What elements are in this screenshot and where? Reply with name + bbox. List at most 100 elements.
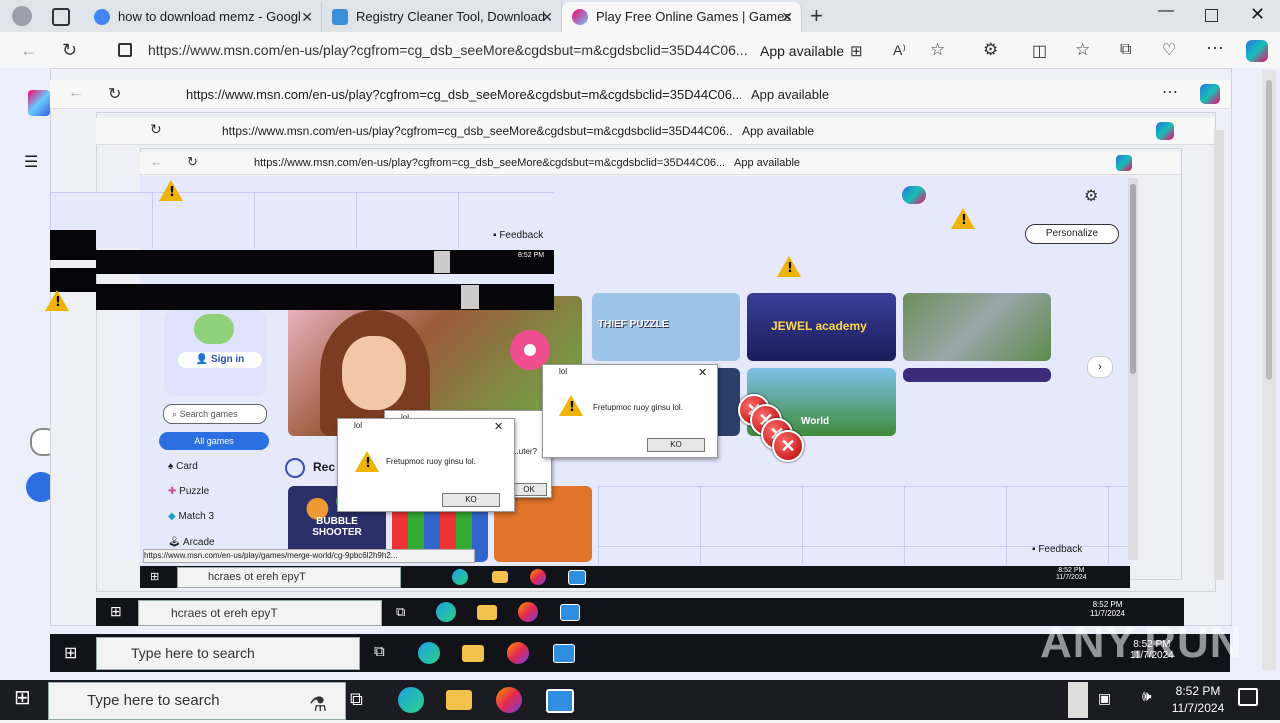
sign-in-label: Sign in: [210, 354, 245, 365]
game-traffic[interactable]: [903, 293, 1051, 361]
dialog-close-icon[interactable]: ✕: [494, 420, 503, 433]
windows-start-icon[interactable]: ⊞: [64, 643, 77, 663]
close-window-button[interactable]: ✕: [1250, 4, 1265, 25]
file-explorer-icon[interactable]: [462, 645, 484, 662]
inner-scroll-thumb[interactable]: [1130, 184, 1136, 374]
app-window-icon[interactable]: [553, 644, 575, 663]
browser-essentials-icon[interactable]: ♡: [1162, 40, 1176, 60]
edge-icon[interactable]: [418, 642, 440, 664]
nested-address-bar-1[interactable]: https://www.msn.com/en-us/play?cgfrom=cg…: [186, 87, 741, 102]
sidebar-item-puzzle[interactable]: ✚ Puzzle: [168, 481, 209, 503]
app-available-label[interactable]: App available: [734, 157, 800, 169]
task-view-icon[interactable]: ⧉: [396, 604, 405, 620]
notification-icon[interactable]: [1238, 688, 1258, 706]
tab-registry[interactable]: Registry Cleaner Tool, Download ✕: [322, 2, 562, 32]
app-available-label[interactable]: App available: [760, 43, 844, 59]
volume-icon[interactable]: 🕪: [1142, 688, 1151, 705]
firefox-icon[interactable]: [496, 687, 522, 713]
tab-google[interactable]: how to download memz - Googl ✕: [84, 2, 322, 32]
outer-scroll-thumb[interactable]: [1266, 80, 1272, 380]
feedback-button[interactable]: ▪ Feedback: [493, 230, 543, 241]
firefox-icon[interactable]: [518, 602, 538, 622]
refresh-icon[interactable]: ↻: [150, 121, 162, 138]
next-arrow-button[interactable]: ›: [1087, 356, 1113, 378]
dialog-close-icon[interactable]: ✕: [698, 366, 707, 379]
edge-icon[interactable]: [452, 569, 468, 585]
copilot-search-icon[interactable]: [902, 186, 926, 204]
refresh-icon[interactable]: ↻: [108, 84, 121, 104]
all-games-button[interactable]: All games: [159, 432, 269, 450]
nested-address-bar-3[interactable]: https://www.msn.com/en-us/play?cgfrom=cg…: [254, 157, 724, 169]
network-icon[interactable]: ▣: [1098, 690, 1111, 707]
favorites-icon[interactable]: ☆: [1075, 40, 1090, 60]
copilot-icon[interactable]: [1156, 122, 1174, 140]
personalize-button[interactable]: Personalize: [1025, 224, 1119, 244]
search-games-input[interactable]: ⌕ Search games: [163, 404, 267, 424]
more-menu-icon[interactable]: ⋯: [1206, 38, 1224, 59]
profile-icon[interactable]: [12, 6, 32, 26]
split-screen-icon[interactable]: ◫: [1032, 41, 1047, 61]
more-menu-icon[interactable]: ⋯: [1162, 82, 1178, 102]
nested-search-box-3[interactable]: hcraes ot ereh epyT: [177, 567, 401, 588]
refresh-icon[interactable]: ↻: [62, 40, 77, 61]
firefox-icon[interactable]: [507, 642, 529, 664]
nested-address-bar-2[interactable]: https://www.msn.com/en-us/play?cgfrom=cg…: [222, 124, 732, 138]
dialog-message: Fretupmoc ruoy ginsu lol.: [386, 457, 476, 466]
copilot-icon[interactable]: [1246, 40, 1268, 62]
nested-scrollbar-2[interactable]: [1214, 130, 1224, 580]
taskbar-clock[interactable]: 8:52 PM 11/7/2024: [1170, 683, 1226, 717]
address-bar[interactable]: https://www.msn.com/en-us/play?cgfrom=cg…: [148, 37, 748, 63]
edge-icon[interactable]: [436, 602, 456, 622]
windows-start-icon[interactable]: ⊞: [150, 570, 159, 583]
task-view-icon[interactable]: ⧉: [350, 689, 363, 710]
file-explorer-icon[interactable]: [446, 690, 472, 710]
sidebar-item-match3[interactable]: ◆ Match 3: [168, 506, 214, 528]
tab-msn-games[interactable]: Play Free Online Games | Games ✕: [562, 2, 802, 32]
back-icon[interactable]: ←: [150, 154, 163, 169]
copilot-icon[interactable]: [1200, 84, 1220, 104]
tab-actions-icon[interactable]: [52, 8, 70, 26]
close-tab-icon[interactable]: ✕: [541, 2, 553, 32]
back-icon[interactable]: ←: [20, 40, 38, 61]
app-window-icon[interactable]: [568, 570, 586, 585]
dialog-ok-button[interactable]: KO: [647, 438, 705, 452]
windows-start-icon[interactable]: ⊞: [110, 603, 122, 620]
back-icon[interactable]: ←: [68, 84, 84, 102]
nested-search-box-2[interactable]: hcraes ot ereh epyT: [138, 600, 382, 626]
app-install-icon[interactable]: ⊞: [850, 42, 863, 60]
close-tab-icon[interactable]: ✕: [301, 2, 313, 32]
taskbar-search-box[interactable]: Type here to search ⚗: [48, 682, 346, 720]
app-available-label[interactable]: App available: [751, 87, 829, 102]
app-window-icon[interactable]: [560, 604, 580, 621]
settings-gear-icon[interactable]: ⚙: [1084, 186, 1098, 206]
copilot-icon[interactable]: [1116, 155, 1132, 171]
file-explorer-icon[interactable]: [492, 571, 508, 583]
task-view-icon[interactable]: ⧉: [374, 643, 385, 660]
windows-start-icon[interactable]: ⊞: [14, 688, 34, 708]
read-aloud-icon[interactable]: A⁾: [893, 42, 906, 59]
firefox-icon[interactable]: [530, 569, 546, 585]
game-purple-partial[interactable]: [903, 368, 1051, 382]
extensions-icon[interactable]: ⚙: [983, 40, 998, 60]
minimize-button[interactable]: —: [1158, 2, 1174, 20]
edge-icon[interactable]: [398, 687, 424, 713]
show-hidden-icons[interactable]: [1068, 682, 1088, 718]
game-jewel-academy[interactable]: JEWEL academy: [747, 293, 896, 361]
dialog-ok-button[interactable]: KO: [442, 493, 500, 507]
favorite-star-icon[interactable]: ☆: [930, 40, 945, 60]
refresh-icon[interactable]: ↻: [187, 154, 198, 170]
collections-icon[interactable]: ⧉: [1120, 41, 1131, 59]
hamburger-menu-icon[interactable]: ☰: [24, 152, 38, 172]
close-tab-icon[interactable]: ✕: [781, 2, 793, 32]
new-tab-button[interactable]: +: [810, 3, 823, 29]
feedback-button[interactable]: ▪ Feedback: [1032, 544, 1082, 555]
app-available-label[interactable]: App available: [742, 124, 814, 138]
dialog-ok-button[interactable]: OK: [511, 483, 547, 496]
maximize-button[interactable]: [1205, 9, 1218, 22]
file-explorer-icon[interactable]: [477, 605, 497, 620]
app-window-icon[interactable]: [546, 689, 574, 713]
nested-search-box-1[interactable]: Type here to search: [96, 637, 360, 670]
sign-in-button[interactable]: 👤 Sign in: [178, 352, 262, 368]
game-thief-puzzle[interactable]: THIEF PUZZLE: [592, 293, 740, 361]
sidebar-item-card[interactable]: ♠ Card: [168, 456, 198, 478]
